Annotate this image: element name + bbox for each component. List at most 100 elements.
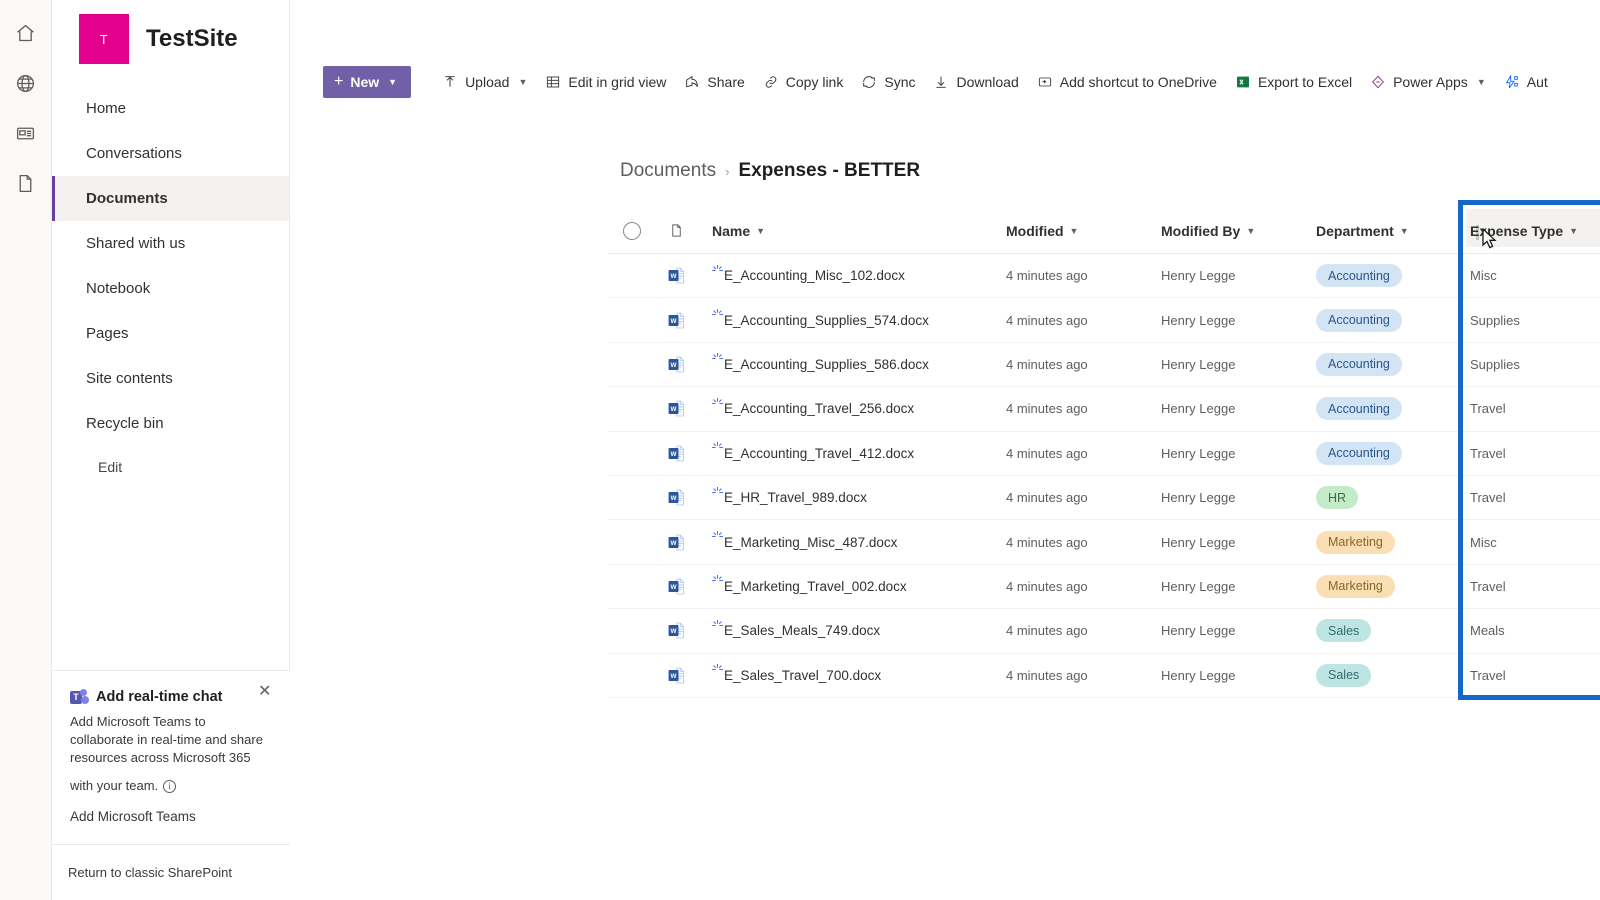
breadcrumb-root[interactable]: Documents xyxy=(620,160,716,182)
chevron-down-icon: ▼ xyxy=(1476,77,1486,87)
expense-type-cell: Travel xyxy=(1470,667,1506,683)
download-button[interactable]: Download xyxy=(924,66,1027,98)
add-shortcut-to-onedrive-button[interactable]: Add shortcut to OneDrive xyxy=(1028,66,1226,98)
word-file-icon: W xyxy=(656,620,696,641)
svg-text:W: W xyxy=(670,406,676,413)
column-header-name[interactable]: Name ▼ xyxy=(696,223,1006,239)
table-row[interactable]: W E_Accounting_Travel_256.docx 4 minutes a… xyxy=(608,387,1600,432)
share-button[interactable]: Share xyxy=(675,66,753,98)
file-name-cell[interactable]: E_Accounting_Travel_412.docx xyxy=(696,442,1006,464)
sidebar-item-label: Notebook xyxy=(86,280,151,297)
department-cell: Accounting xyxy=(1316,441,1448,465)
table-row[interactable]: W E_Accounting_Supplies_586.docx 4 minutes… xyxy=(608,343,1600,388)
site-header: T TestSite xyxy=(52,0,289,78)
column-header-label: Name xyxy=(712,222,751,239)
site-title: TestSite xyxy=(146,25,238,52)
word-file-icon: W xyxy=(656,265,696,286)
expense-type-cell: Misc xyxy=(1470,534,1497,550)
circle-icon xyxy=(623,221,641,240)
word-file-icon: W xyxy=(656,354,696,375)
file-name-label: E_Accounting_Supplies_586.docx xyxy=(724,356,929,372)
promo-title-text: Add real-time chat xyxy=(96,689,223,705)
modified-cell: 4 minutes ago xyxy=(1006,445,1088,461)
download-label: Download xyxy=(956,74,1019,90)
sidebar-edit-link[interactable]: Edit xyxy=(52,446,289,488)
sync-label: Sync xyxy=(884,74,916,90)
column-header-modified[interactable]: Modified ▼ xyxy=(1006,223,1161,239)
sidebar-item-home[interactable]: Home xyxy=(52,86,289,131)
copy-link-button[interactable]: Copy link xyxy=(754,66,853,98)
column-header-expense-type[interactable]: Expense Type ▼ xyxy=(1448,223,1600,239)
file-name-cell[interactable]: E_Accounting_Travel_256.docx xyxy=(696,397,1006,420)
table-row[interactable]: W E_Accounting_Misc_102.docx 4 minutes ago… xyxy=(608,254,1600,299)
expense-type-cell: Travel xyxy=(1470,490,1506,506)
add-microsoft-teams-link[interactable]: Add Microsoft Teams xyxy=(70,809,270,824)
svg-text:W: W xyxy=(670,273,676,280)
automate-button[interactable]: Aut xyxy=(1495,66,1557,98)
file-name-cell[interactable]: E_Marketing_Misc_487.docx xyxy=(696,531,1006,553)
promo-line-1: Add Microsoft Teams to xyxy=(70,714,206,729)
file-name-cell[interactable]: E_Accounting_Supplies_586.docx xyxy=(696,353,1006,375)
sidebar-item-site-contents[interactable]: Site contents xyxy=(52,356,289,401)
power-apps-button[interactable]: Power Apps ▼ xyxy=(1361,66,1495,98)
table-row[interactable]: W E_Accounting_Travel_412.docx 4 minutes a… xyxy=(608,432,1600,476)
chevron-down-icon: ▼ xyxy=(1069,225,1079,236)
column-header-department[interactable]: Department ▼ xyxy=(1316,223,1448,239)
file-name-label: E_Accounting_Misc_102.docx xyxy=(724,268,905,284)
column-header-label: Modified By xyxy=(1161,222,1241,239)
file-name-cell[interactable]: E_Marketing_Travel_002.docx xyxy=(696,575,1006,597)
modified-by-cell: Henry Legge xyxy=(1161,490,1236,506)
file-type-column-header[interactable] xyxy=(656,222,696,239)
document-icon[interactable] xyxy=(6,158,46,208)
file-name-label: E_HR_Travel_989.docx xyxy=(724,490,867,506)
chevron-down-icon: ▼ xyxy=(1569,225,1579,236)
table-row[interactable]: W E_Accounting_Supplies_574.docx 4 minutes… xyxy=(608,298,1600,343)
status-badge: Accounting xyxy=(1316,264,1402,288)
info-icon[interactable]: i xyxy=(163,779,177,793)
sidebar-item-label: Home xyxy=(86,100,127,117)
select-all-checkbox[interactable] xyxy=(608,221,656,240)
sidebar-item-conversations[interactable]: Conversations xyxy=(52,131,289,176)
edit-in-grid-view-label: Edit in grid view xyxy=(568,74,667,90)
file-name-cell[interactable]: E_Sales_Meals_749.docx xyxy=(696,619,1006,642)
sidebar-item-label: Pages xyxy=(86,325,129,342)
table-row[interactable]: W E_Marketing_Travel_002.docx 4 minutes ag… xyxy=(608,565,1600,610)
sync-button[interactable]: Sync xyxy=(852,66,924,98)
file-name-cell[interactable]: E_Accounting_Misc_102.docx xyxy=(696,264,1006,287)
mouse-cursor xyxy=(1482,227,1500,257)
column-header-modified-by[interactable]: Modified By ▼ xyxy=(1161,223,1316,239)
sidebar-item-notebook[interactable]: Notebook xyxy=(52,266,289,311)
sidebar-item-pages[interactable]: Pages xyxy=(52,311,289,356)
svg-text:W: W xyxy=(670,540,676,547)
table-row[interactable]: W E_Sales_Meals_749.docx 4 minutes ago Henr… xyxy=(608,609,1600,654)
modified-by-cell: Henry Legge xyxy=(1161,312,1236,328)
svg-text:W: W xyxy=(670,495,676,502)
sidebar-item-shared-with-us[interactable]: Shared with us xyxy=(52,221,289,266)
sidebar-item-recycle-bin[interactable]: Recycle bin xyxy=(52,401,289,446)
file-name-cell[interactable]: E_HR_Travel_989.docx xyxy=(696,486,1006,509)
promo-line-4-text: with your team. xyxy=(70,778,159,793)
table-row[interactable]: W E_Marketing_Misc_487.docx 4 minutes ago H… xyxy=(608,520,1600,565)
file-name-cell[interactable]: E_Sales_Travel_700.docx xyxy=(696,664,1006,686)
close-icon[interactable]: ✕ xyxy=(258,684,274,701)
site-logo: T xyxy=(79,14,129,64)
news-icon[interactable] xyxy=(6,108,46,158)
home-icon[interactable] xyxy=(6,8,46,58)
new-file-sparkle-icon xyxy=(712,575,723,582)
table-row[interactable]: W E_HR_Travel_989.docx 4 minutes ago Henry … xyxy=(608,476,1600,521)
upload-button[interactable]: Upload ▼ xyxy=(433,66,536,98)
table-row[interactable]: W E_Sales_Travel_700.docx 4 minutes ago Hen… xyxy=(608,654,1600,698)
new-button[interactable]: + New ▼ xyxy=(323,66,412,98)
sidebar-item-label: Conversations xyxy=(86,145,182,162)
status-badge: Accounting xyxy=(1316,308,1402,332)
export-to-excel-button[interactable]: Export to Excel xyxy=(1226,66,1361,98)
edit-in-grid-view-button[interactable]: Edit in grid view xyxy=(536,66,675,98)
modified-by-cell: Henry Legge xyxy=(1161,623,1236,639)
sidebar-item-documents[interactable]: Documents xyxy=(52,176,289,221)
return-to-classic-sharepoint-link[interactable]: Return to classic SharePoint xyxy=(52,844,290,900)
copy-link-label: Copy link xyxy=(785,74,844,90)
globe-icon[interactable] xyxy=(6,58,46,108)
column-header-label: Modified xyxy=(1006,222,1064,239)
breadcrumb-current: Expenses - BETTER xyxy=(738,160,921,181)
file-name-cell[interactable]: E_Accounting_Supplies_574.docx xyxy=(696,309,1006,331)
